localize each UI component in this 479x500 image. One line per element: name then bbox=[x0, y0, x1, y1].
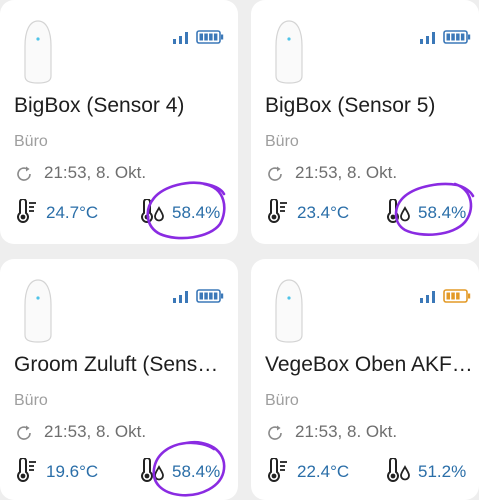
sensor-card[interactable]: Groom Zuluft (Sens… Büro 21:53, 8. Okt. … bbox=[0, 259, 238, 500]
sensor-name: BigBox (Sensor 5) bbox=[265, 94, 436, 117]
sensor-device-icon bbox=[275, 279, 303, 343]
thermometer-icon bbox=[17, 199, 36, 223]
battery-icon bbox=[196, 30, 224, 44]
sensor-device-icon bbox=[275, 20, 303, 84]
update-time: 21:53, 8. Okt. bbox=[44, 163, 147, 182]
sensor-device-icon bbox=[24, 279, 52, 343]
humidity-icon bbox=[141, 458, 164, 482]
refresh-icon bbox=[268, 425, 282, 440]
room-label: Büro bbox=[14, 392, 48, 409]
battery-icon bbox=[443, 289, 471, 303]
room-label: Büro bbox=[265, 392, 299, 409]
sensor-name: BigBox (Sensor 4) bbox=[14, 94, 185, 117]
signal-strength-icon bbox=[420, 32, 435, 44]
temperature-value: 19.6°C bbox=[46, 462, 99, 481]
signal-strength-icon bbox=[173, 32, 188, 44]
room-label: Büro bbox=[14, 133, 48, 150]
thermometer-icon bbox=[268, 199, 287, 223]
humidity-value: 58.4% bbox=[418, 203, 467, 222]
thermometer-icon bbox=[17, 458, 36, 482]
update-time: 21:53, 8. Okt. bbox=[295, 163, 398, 182]
temperature-value: 22.4°C bbox=[297, 462, 350, 481]
update-time: 21:53, 8. Okt. bbox=[295, 422, 398, 441]
humidity-icon bbox=[387, 199, 410, 223]
thermometer-icon bbox=[268, 458, 287, 482]
humidity-icon bbox=[141, 199, 164, 223]
refresh-icon bbox=[268, 166, 282, 181]
humidity-value: 58.4% bbox=[172, 203, 221, 222]
refresh-icon bbox=[17, 166, 31, 181]
temperature-value: 24.7°C bbox=[46, 203, 99, 222]
sensor-device-icon bbox=[24, 20, 52, 84]
sensor-name: VegeBox Oben AKF… bbox=[265, 353, 473, 376]
sensor-name: Groom Zuluft (Sens… bbox=[14, 353, 219, 376]
signal-strength-icon bbox=[420, 291, 435, 303]
update-time: 21:53, 8. Okt. bbox=[44, 422, 147, 441]
sensor-card[interactable]: BigBox (Sensor 5) Büro 21:53, 8. Okt. 23… bbox=[251, 0, 479, 244]
room-label: Büro bbox=[265, 133, 299, 150]
battery-icon bbox=[196, 289, 224, 303]
refresh-icon bbox=[17, 425, 31, 440]
humidity-icon bbox=[387, 458, 410, 482]
temperature-value: 23.4°C bbox=[297, 203, 350, 222]
signal-strength-icon bbox=[173, 291, 188, 303]
sensor-card[interactable]: VegeBox Oben AKF… Büro 21:53, 8. Okt. 22… bbox=[251, 259, 479, 500]
humidity-value: 58.4% bbox=[172, 462, 221, 481]
humidity-value: 51.2% bbox=[418, 462, 467, 481]
sensor-card[interactable]: BigBox (Sensor 4) Büro 21:53, 8. Okt. 24… bbox=[0, 0, 238, 244]
battery-icon bbox=[443, 30, 471, 44]
